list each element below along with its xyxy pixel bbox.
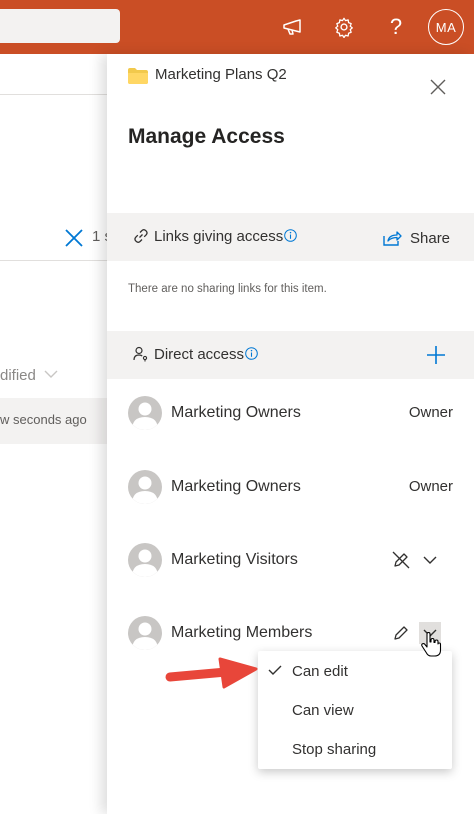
permission-dropdown-button[interactable] [419, 549, 441, 571]
folder-icon [128, 68, 148, 84]
menu-item-can-view[interactable]: Can view [258, 692, 452, 728]
pencil-icon[interactable] [390, 622, 412, 644]
help-icon[interactable]: ? [381, 12, 411, 42]
menu-item-can-edit[interactable]: Can edit [258, 653, 452, 689]
item-name: Marketing Plans Q2 [155, 66, 287, 83]
share-label: Share [410, 229, 451, 247]
checkmark-icon [268, 665, 282, 675]
group-avatar [128, 396, 162, 430]
share-button[interactable]: Share [382, 226, 450, 250]
access-role: Owner [408, 404, 453, 421]
divider [0, 94, 110, 95]
access-name: Marketing Owners [171, 478, 301, 495]
info-icon[interactable] [284, 229, 297, 242]
group-avatar [128, 470, 162, 504]
person-icon [132, 476, 158, 504]
add-access-icon[interactable] [425, 344, 447, 366]
person-icon [132, 549, 158, 577]
links-section-label: Links giving access [154, 228, 284, 245]
gear-icon[interactable] [329, 12, 359, 42]
user-avatar[interactable]: MA [428, 9, 464, 45]
modified-cell: w seconds ago [0, 412, 87, 427]
hand-cursor-icon [421, 632, 442, 657]
megaphone-icon[interactable] [278, 12, 308, 42]
access-list-item[interactable]: Marketing Owners Owner [107, 392, 474, 436]
access-role: Owner [408, 478, 453, 495]
person-key-icon [133, 346, 148, 362]
access-list-item[interactable]: Marketing Members [107, 612, 474, 656]
group-avatar [128, 616, 162, 650]
menu-item-label: Can edit [292, 663, 348, 680]
access-list-item[interactable]: Marketing Visitors [107, 539, 474, 583]
modified-column-header[interactable]: dified [0, 367, 36, 384]
share-icon [383, 231, 402, 246]
person-icon [132, 622, 158, 650]
no-edit-pencil-icon[interactable] [390, 549, 412, 571]
access-name: Marketing Members [171, 624, 313, 641]
direct-access-label: Direct access [154, 346, 245, 363]
direct-access-section-header: Direct access [107, 331, 474, 379]
access-list-item[interactable]: Marketing Owners Owner [107, 466, 474, 510]
access-name: Marketing Visitors [171, 551, 298, 568]
empty-links-message: There are no sharing links for this item… [128, 283, 327, 295]
annotation-arrow-icon [165, 657, 258, 689]
group-avatar [128, 543, 162, 577]
chevron-down-icon [423, 556, 437, 564]
panel-title: Manage Access [128, 125, 285, 148]
links-section-header: Links giving access Share [107, 213, 474, 261]
suite-header: ? MA [0, 0, 474, 54]
chevron-down-icon [44, 370, 58, 378]
person-icon [132, 402, 158, 430]
clear-selection-icon[interactable] [62, 226, 86, 250]
divider [0, 260, 110, 261]
access-name: Marketing Owners [171, 404, 301, 421]
menu-item-label: Can view [292, 702, 354, 719]
link-icon [134, 229, 148, 243]
menu-item-stop-sharing[interactable]: Stop sharing [258, 731, 452, 767]
close-button[interactable] [427, 76, 449, 98]
menu-item-label: Stop sharing [292, 741, 377, 758]
info-icon[interactable] [245, 347, 258, 360]
close-icon [430, 79, 446, 95]
permission-menu: Can edit Can view Stop sharing [258, 651, 452, 769]
search-input[interactable] [0, 9, 120, 43]
